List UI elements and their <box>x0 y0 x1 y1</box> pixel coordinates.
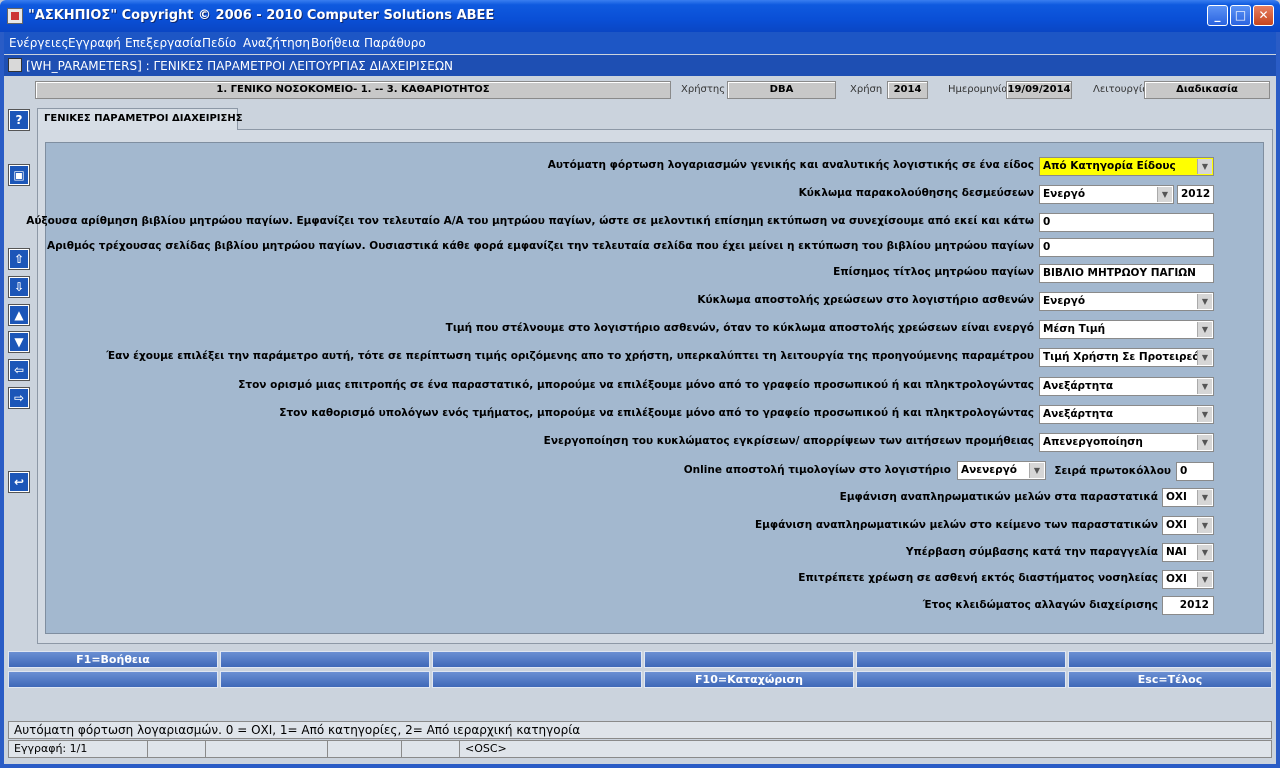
param-charge-price-select[interactable]: Μέση Τιμή ▼ <box>1039 320 1214 339</box>
param-patient-charge-label: Επιτρέπετε χρέωση σε ασθενή εκτός διαστή… <box>798 572 1158 584</box>
param-asset-title-field[interactable]: ΒΙΒΛΙΟ ΜΗΤΡΩΟΥ ΠΑΓΙΩΝ <box>1039 264 1214 283</box>
window-title: "ΑΣΚΗΠΙΟΣ" Copyright © 2006 - 2010 Compu… <box>28 8 495 23</box>
param-commitments-select[interactable]: Ενεργό ▼ <box>1039 185 1174 204</box>
exit-icon[interactable]: ↩ <box>8 471 30 493</box>
param-substitute-docs-label: Εμφάνιση αναπληρωματικών μελών στα παρασ… <box>839 491 1158 503</box>
fkey-button[interactable] <box>220 651 430 668</box>
param-lock-year-label: Έτος κλειδώματος αλλαγών διαχείρισης <box>922 599 1158 611</box>
param-patient-charge-select[interactable]: ΟΧΙ ▼ <box>1162 570 1214 589</box>
param-asset-page-field[interactable]: 0 <box>1039 238 1214 257</box>
chevron-down-icon[interactable]: ▼ <box>1197 322 1212 337</box>
status-bar: Εγγραφή: 1/1 <OSC> <box>8 740 1272 758</box>
next-record-icon[interactable]: ▼ <box>8 331 30 353</box>
tab-general-parameters[interactable]: ΓΕΝΙΚΕΣ ΠΑΡΑΜΕΤΡΟΙ ΔΙΑΧΕΙΡΙΣΗΣ <box>37 108 243 130</box>
param-approvals-select[interactable]: Απενεργοποίηση ▼ <box>1039 433 1214 452</box>
chevron-down-icon[interactable]: ▼ <box>1197 490 1212 505</box>
param-commitments-year[interactable]: 2012 <box>1177 185 1214 204</box>
param-asset-numbering-label: Αύξουσα αρίθμηση βιβλίου μητρώου παγίων.… <box>26 215 1034 227</box>
param-substitute-text-label: Εμφάνιση αναπληρωματικών μελών στο κείμε… <box>754 519 1158 531</box>
chevron-down-icon[interactable]: ▼ <box>1029 463 1044 478</box>
f1-help-button[interactable]: F1=Βοήθεια <box>8 651 218 668</box>
fkey-button[interactable] <box>856 671 1066 688</box>
close-button[interactable]: ✕ <box>1253 5 1274 26</box>
chevron-down-icon[interactable]: ▼ <box>1157 187 1172 202</box>
chevron-down-icon[interactable]: ▼ <box>1197 407 1212 422</box>
minimize-button[interactable]: _ <box>1207 5 1228 26</box>
param-user-price-label: Έαν έχουμε επιλέξει την παράμετρο αυτή, … <box>106 350 1034 362</box>
previous-record-icon[interactable]: ▲ <box>8 304 30 326</box>
chevron-down-icon[interactable]: ▼ <box>1197 572 1212 587</box>
menu-field[interactable]: Πεδίο <box>202 36 236 50</box>
fkey-button[interactable] <box>1068 651 1272 668</box>
param-contract-excess-label: Υπέρβαση σύμβασης κατά την παραγγελία <box>905 546 1158 558</box>
mode-label: Λειτουργία <box>1093 84 1149 95</box>
fkey-button[interactable] <box>432 651 642 668</box>
param-accountables-select[interactable]: Ανεξάρτητα ▼ <box>1039 405 1214 424</box>
param-contract-excess-select[interactable]: ΝΑΙ ▼ <box>1162 543 1214 562</box>
menu-search[interactable]: Αναζήτηση <box>243 36 310 50</box>
next-block-icon[interactable]: ⇨ <box>8 387 30 409</box>
chevron-down-icon[interactable]: ▼ <box>1197 435 1212 450</box>
date-label: Ημερομηνία <box>948 84 1009 95</box>
param-online-invoices-label: Online αποστολή τιμολογίων στο λογιστήρι… <box>683 464 951 476</box>
app-icon <box>7 8 23 24</box>
param-accountables-label: Στον καθορισμό υπολόγων ενός τμήματος, μ… <box>279 407 1034 419</box>
param-auto-load-label: Αυτόματη φόρτωση λογαριασμών γενικής και… <box>547 159 1034 171</box>
fkey-button[interactable] <box>8 671 218 688</box>
param-substitute-text-select[interactable]: ΟΧΙ ▼ <box>1162 516 1214 535</box>
param-commitments-label: Κύκλωμα παρακολούθησης δεσμεύσεων <box>798 187 1034 199</box>
maximize-button[interactable]: □ <box>1230 5 1251 26</box>
param-protocol-series-field[interactable]: 0 <box>1176 462 1214 481</box>
param-asset-title-label: Επίσημος τίτλος μητρώου παγίων <box>833 266 1034 278</box>
first-record-icon[interactable]: ⇧ <box>8 248 30 270</box>
previous-block-icon[interactable]: ⇦ <box>8 359 30 381</box>
date-field: 19/09/2014 <box>1006 81 1072 99</box>
chevron-down-icon[interactable]: ▼ <box>1197 379 1212 394</box>
menu-record[interactable]: Εγγραφή <box>68 36 121 50</box>
help-icon[interactable]: ? <box>8 109 30 131</box>
organization-field: 1. ΓΕΝΙΚΟ ΝΟΣΟΚΟΜΕΙΟ- 1. -- 3. ΚΑΘΑΡΙΟΤΗ… <box>35 81 671 99</box>
param-asset-page-label: Αριθμός τρέχουσας σελίδας βιβλίου μητρώο… <box>47 240 1034 252</box>
form-icon <box>8 58 22 72</box>
param-lock-year-field[interactable]: 2012 <box>1162 596 1214 615</box>
param-auto-load-select[interactable]: Από Κατηγορία Είδους ▼ <box>1039 157 1214 176</box>
fkey-button[interactable] <box>432 671 642 688</box>
record-counter: Εγγραφή: 1/1 <box>14 742 88 755</box>
chevron-down-icon[interactable]: ▼ <box>1197 545 1212 560</box>
last-record-icon[interactable]: ⇩ <box>8 276 30 298</box>
chevron-down-icon[interactable]: ▼ <box>1197 159 1212 174</box>
menu-help[interactable]: Βοήθεια <box>311 36 360 50</box>
menu-window[interactable]: Παράθυρο <box>364 36 426 50</box>
chevron-down-icon[interactable]: ▼ <box>1197 294 1212 309</box>
hint-line: Αυτόματη φόρτωση λογαριασμών. 0 = ΟΧΙ, 1… <box>8 721 1272 739</box>
chevron-down-icon[interactable]: ▼ <box>1197 518 1212 533</box>
param-patient-charges-select[interactable]: Ενεργό ▼ <box>1039 292 1214 311</box>
param-approvals-label: Ενεργοποίηση του κυκλώματος εγκρίσεων/ α… <box>543 435 1034 447</box>
param-asset-numbering-field[interactable]: 0 <box>1039 213 1214 232</box>
param-protocol-series-label: Σειρά πρωτοκόλλου <box>1054 465 1171 477</box>
menu-edit[interactable]: Επεξεργασία <box>125 36 202 50</box>
chevron-down-icon[interactable]: ▼ <box>1197 350 1212 365</box>
user-field: DBA <box>727 81 836 99</box>
fkey-button[interactable] <box>644 651 854 668</box>
param-substitute-docs-select[interactable]: ΟΧΙ ▼ <box>1162 488 1214 507</box>
param-charge-price-label: Τιμή που στέλνουμε στο λογιστήριο ασθενώ… <box>445 322 1034 334</box>
esc-exit-button[interactable]: Esc=Τέλος <box>1068 671 1272 688</box>
param-online-invoices-select[interactable]: Ανενεργό ▼ <box>957 461 1046 480</box>
user-label: Χρήστης <box>681 84 726 95</box>
param-committee-select[interactable]: Ανεξάρτητα ▼ <box>1039 377 1214 396</box>
save-icon[interactable]: ▣ <box>8 164 30 186</box>
fkey-button[interactable] <box>856 651 1066 668</box>
param-patient-charges-label: Κύκλωμα αποστολής χρεώσεων στο λογιστήρι… <box>697 294 1034 306</box>
param-user-price-select[interactable]: Τιμή Χρήστη Σε Προτειρεό... ▼ <box>1039 348 1214 367</box>
mode-field: Διαδικασία <box>1144 81 1270 99</box>
fkey-button[interactable] <box>220 671 430 688</box>
year-field: 2014 <box>887 81 928 99</box>
form-title: [WH_PARAMETERS] : ΓΕΝΙΚΕΣ ΠΑΡΑΜΕΤΡΟΙ ΛΕΙ… <box>26 59 453 73</box>
menu-actions[interactable]: Ενέργειες <box>9 36 69 50</box>
year-label: Χρήση <box>850 84 883 95</box>
osc-indicator: <OSC> <box>465 742 507 755</box>
param-committee-label: Στον ορισμό μιας επιτροπής σε ένα παραστ… <box>238 379 1034 391</box>
f10-save-button[interactable]: F10=Καταχώριση <box>644 671 854 688</box>
